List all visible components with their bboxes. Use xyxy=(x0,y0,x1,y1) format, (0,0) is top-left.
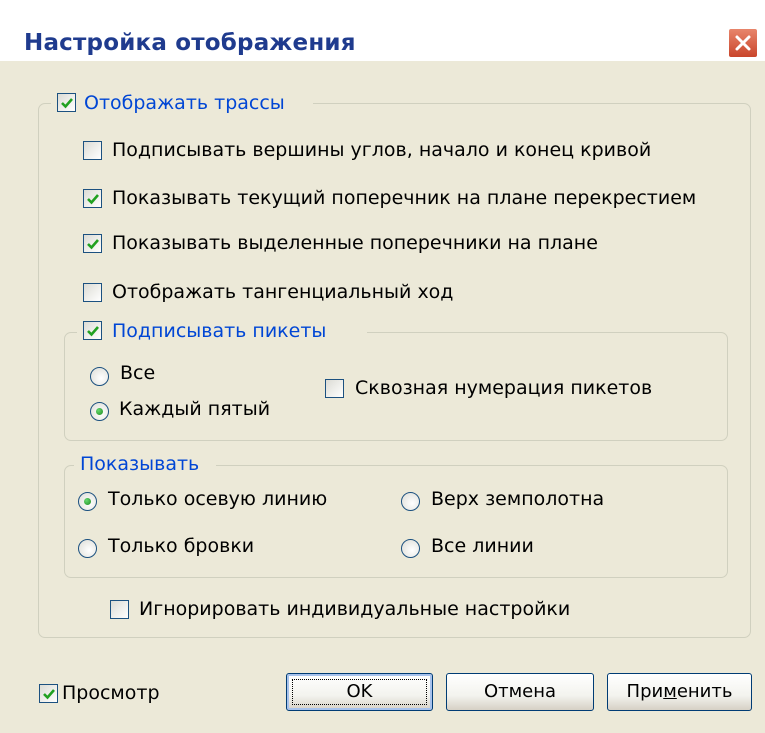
title-bar: Настройка отображения xyxy=(0,0,765,61)
preview-checkbox[interactable] xyxy=(39,684,58,703)
apply-button-hotkey: м xyxy=(663,681,677,702)
preview-label[interactable]: Просмотр xyxy=(62,682,160,704)
through-numbering-checkbox[interactable] xyxy=(325,379,344,398)
pickets-all-radio[interactable] xyxy=(90,367,109,386)
apply-button[interactable]: Применить xyxy=(607,673,752,711)
option-current-section-checkbox[interactable] xyxy=(83,189,102,208)
pickets-label[interactable]: Подписывать пикеты xyxy=(112,320,326,342)
window-title: Настройка отображения xyxy=(24,30,356,56)
show-subgrade-top-radio[interactable] xyxy=(401,492,420,511)
close-button[interactable] xyxy=(728,28,758,58)
show-routes-checkbox[interactable] xyxy=(57,93,76,112)
checkmark-icon xyxy=(87,194,99,205)
show-edges-only-radio[interactable] xyxy=(78,539,97,558)
settings-dialog: Настройка отображения Отображать трассы … xyxy=(0,0,765,733)
show-group-legend: Показывать xyxy=(80,453,200,475)
option-tangential-label[interactable]: Отображать тангенциальный ход xyxy=(112,281,453,303)
show-routes-label[interactable]: Отображать трассы xyxy=(84,92,285,114)
show-axis-only-label[interactable]: Только осевую линию xyxy=(108,488,327,510)
cancel-button-label: Отмена xyxy=(483,681,557,702)
show-edges-only-label[interactable]: Только бровки xyxy=(108,535,254,557)
ok-button[interactable]: OK xyxy=(286,673,433,711)
apply-button-suffix: енить xyxy=(676,681,733,702)
option-label-vertices-label[interactable]: Подписывать вершины углов, начало и коне… xyxy=(112,139,651,161)
cancel-button[interactable]: Отмена xyxy=(446,673,594,711)
checkmark-icon xyxy=(87,326,99,337)
ignore-individual-checkbox[interactable] xyxy=(110,600,129,619)
pickets-checkbox[interactable] xyxy=(83,321,102,340)
option-current-section-label[interactable]: Показывать текущий поперечник на плане п… xyxy=(112,187,696,209)
apply-button-prefix: При xyxy=(626,681,664,702)
ignore-individual-label[interactable]: Игнорировать индивидуальные настройки xyxy=(139,598,570,620)
show-all-lines-label[interactable]: Все линии xyxy=(431,535,534,557)
through-numbering-label[interactable]: Сквозная нумерация пикетов xyxy=(355,377,652,399)
pickets-every-fifth-label[interactable]: Каждый пятый xyxy=(119,398,270,420)
pickets-all-label[interactable]: Все xyxy=(120,362,155,384)
show-all-lines-radio[interactable] xyxy=(401,539,420,558)
show-group xyxy=(64,465,728,578)
show-subgrade-top-label[interactable]: Верх земполотна xyxy=(431,488,604,510)
option-tangential-checkbox[interactable] xyxy=(83,283,102,302)
checkmark-icon xyxy=(43,689,55,700)
checkmark-icon xyxy=(61,98,73,109)
pickets-every-fifth-radio[interactable] xyxy=(90,402,109,421)
close-icon xyxy=(735,35,751,51)
option-selected-sections-label[interactable]: Показывать выделенные поперечники на пла… xyxy=(112,232,598,254)
option-selected-sections-checkbox[interactable] xyxy=(83,234,102,253)
option-label-vertices-checkbox[interactable] xyxy=(83,141,102,160)
show-axis-only-radio[interactable] xyxy=(78,492,97,511)
checkmark-icon xyxy=(87,239,99,250)
